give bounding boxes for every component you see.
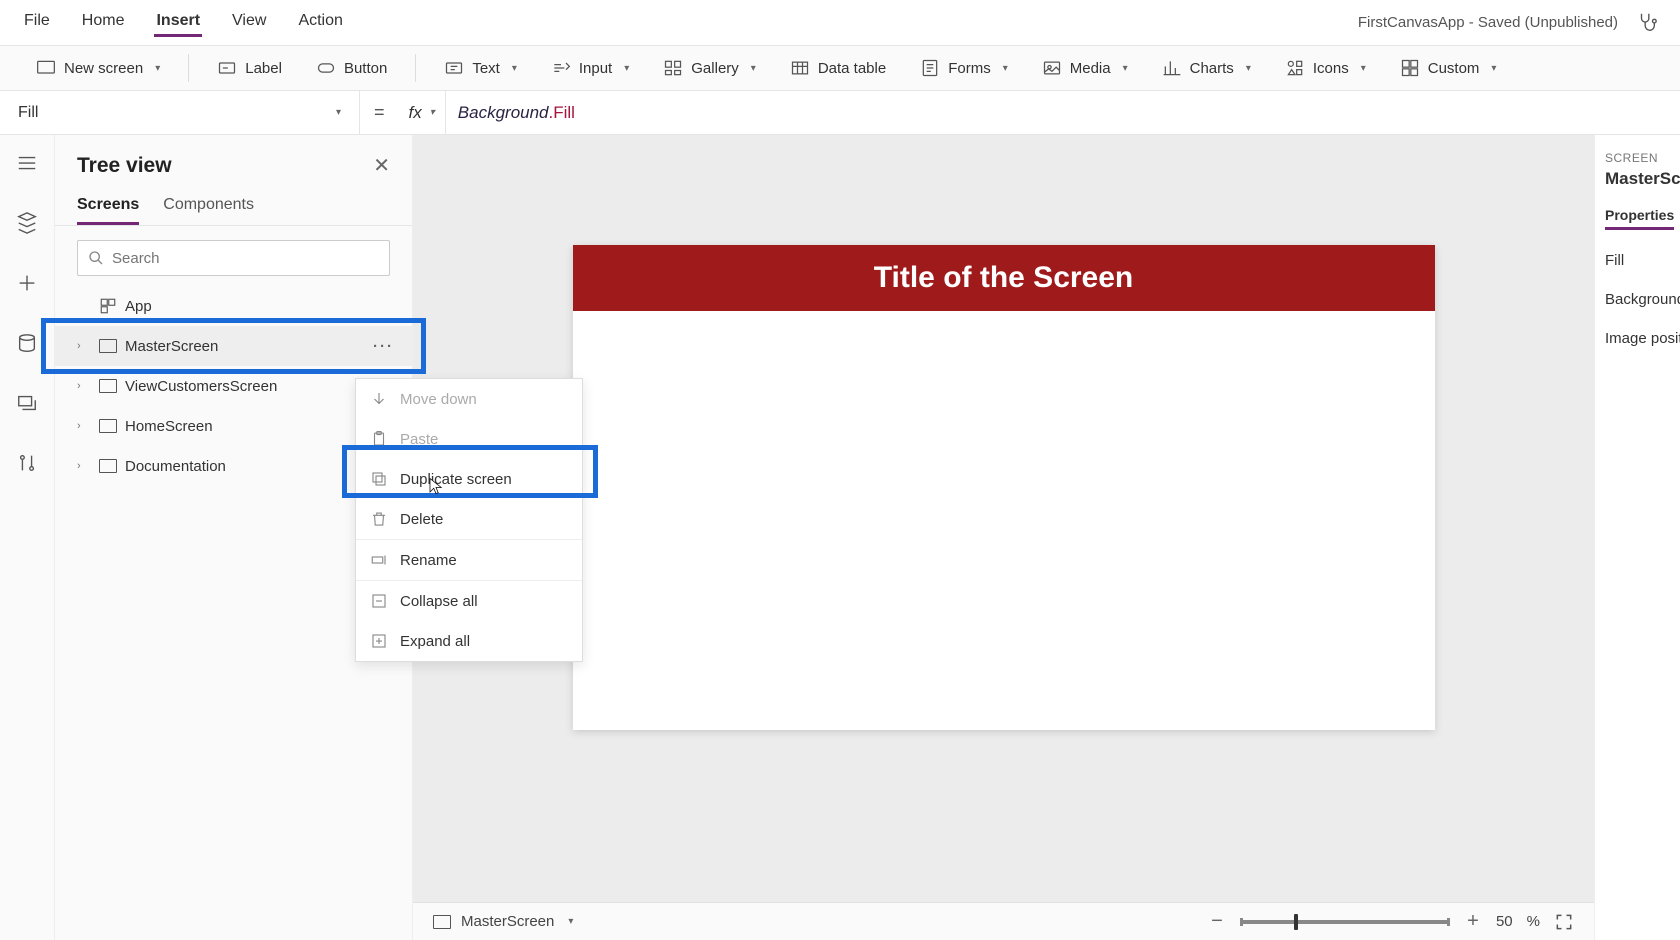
- charts-button[interactable]: Charts▾: [1156, 58, 1257, 78]
- tree-node-app[interactable]: App: [55, 286, 412, 326]
- prop-fill[interactable]: Fill: [1605, 252, 1680, 269]
- advanced-tools-icon[interactable]: [15, 451, 39, 475]
- data-table-button[interactable]: Data table: [784, 58, 892, 78]
- ctx-collapse-all[interactable]: Collapse all: [356, 581, 582, 621]
- screen-icon: [99, 339, 117, 353]
- insert-icon[interactable]: [15, 271, 39, 295]
- tab-screens[interactable]: Screens: [77, 196, 139, 225]
- app-icon: [99, 297, 117, 315]
- gallery-icon: [663, 58, 683, 78]
- app-checker-icon[interactable]: [1636, 11, 1658, 33]
- tree-view-icon[interactable]: [15, 211, 39, 235]
- menu-home[interactable]: Home: [80, 8, 127, 37]
- properties-type-label: SCREEN: [1605, 151, 1680, 165]
- fullscreen-icon[interactable]: [1554, 912, 1574, 932]
- zoom-out-button[interactable]: −: [1208, 910, 1226, 933]
- prop-image-position[interactable]: Image position: [1605, 330, 1680, 347]
- media-rail-icon[interactable]: [15, 391, 39, 415]
- forms-icon: [920, 58, 940, 78]
- screen-preview[interactable]: Title of the Screen: [573, 245, 1435, 730]
- menu-view[interactable]: View: [230, 8, 268, 37]
- text-button[interactable]: Text▾: [438, 58, 523, 78]
- input-button[interactable]: Input▾: [545, 58, 635, 78]
- paste-icon: [370, 430, 388, 448]
- media-icon: [1042, 58, 1062, 78]
- search-icon: [88, 250, 104, 266]
- status-screen-selector[interactable]: MasterScreen ▾: [433, 913, 573, 930]
- text-icon: [444, 58, 464, 78]
- formula-bar: Fill▾ = fx▾ Background.Fill: [0, 91, 1680, 135]
- gallery-button[interactable]: Gallery▾: [657, 58, 762, 78]
- tree-node-masterscreen[interactable]: › MasterScreen ···: [55, 326, 412, 366]
- menu-action[interactable]: Action: [296, 8, 344, 37]
- screen-icon: [99, 379, 117, 393]
- screen-icon: [36, 58, 56, 78]
- tab-components[interactable]: Components: [163, 196, 254, 225]
- hamburger-icon[interactable]: [15, 151, 39, 175]
- media-button[interactable]: Media▾: [1036, 58, 1134, 78]
- charts-icon: [1162, 58, 1182, 78]
- button-icon: [316, 58, 336, 78]
- duplicate-icon: [370, 470, 388, 488]
- table-icon: [790, 58, 810, 78]
- zoom-slider[interactable]: [1240, 920, 1450, 924]
- zoom-in-button[interactable]: +: [1464, 910, 1482, 933]
- new-screen-button[interactable]: New screen▾: [30, 58, 166, 78]
- more-options-button[interactable]: ···: [373, 338, 394, 355]
- menu-file[interactable]: File: [22, 8, 52, 37]
- screen-icon: [99, 459, 117, 473]
- arrow-down-icon: [370, 390, 388, 408]
- zoom-percent: %: [1527, 913, 1540, 930]
- screen-title-bar[interactable]: Title of the Screen: [573, 245, 1435, 311]
- equals-sign: =: [360, 102, 399, 123]
- label-button[interactable]: Label: [211, 58, 288, 78]
- custom-icon: [1400, 58, 1420, 78]
- properties-panel: SCREEN MasterScreen Properties Fill Back…: [1594, 135, 1680, 940]
- forms-button[interactable]: Forms▾: [914, 58, 1014, 78]
- button-button[interactable]: Button: [310, 58, 393, 78]
- input-icon: [551, 58, 571, 78]
- rename-icon: [370, 551, 388, 569]
- icons-button[interactable]: Icons▾: [1279, 58, 1372, 78]
- status-bar: MasterScreen ▾ − + 50 %: [413, 902, 1594, 940]
- ctx-move-down[interactable]: Move down: [356, 379, 582, 419]
- ctx-delete[interactable]: Delete: [356, 499, 582, 539]
- ctx-paste[interactable]: Paste: [356, 419, 582, 459]
- prop-background-image[interactable]: Background image: [1605, 291, 1680, 308]
- property-selector[interactable]: Fill▾: [0, 91, 360, 134]
- fx-button[interactable]: fx▾: [399, 91, 446, 134]
- context-menu: Move down Paste Duplicate screen Delete …: [355, 378, 583, 662]
- insert-ribbon: New screen▾ Label Button Text▾ Input▾ Ga…: [0, 45, 1680, 91]
- app-title: FirstCanvasApp - Saved (Unpublished): [1358, 14, 1618, 31]
- tree-view-title: Tree view: [77, 154, 172, 178]
- properties-name: MasterScreen: [1605, 169, 1680, 189]
- ctx-duplicate-screen[interactable]: Duplicate screen: [356, 459, 582, 499]
- menu-insert[interactable]: Insert: [154, 8, 202, 37]
- canvas-area: Title of the Screen MasterScreen ▾ − + 5…: [413, 135, 1594, 940]
- icons-icon: [1285, 58, 1305, 78]
- close-icon[interactable]: ✕: [373, 153, 390, 178]
- ctx-rename[interactable]: Rename: [356, 540, 582, 580]
- screen-icon: [99, 419, 117, 433]
- properties-tab[interactable]: Properties: [1605, 207, 1674, 230]
- zoom-value: 50: [1496, 913, 1513, 930]
- custom-button[interactable]: Custom▾: [1394, 58, 1503, 78]
- delete-icon: [370, 510, 388, 528]
- expand-icon: [370, 632, 388, 650]
- left-rail: [0, 135, 55, 940]
- data-icon[interactable]: [15, 331, 39, 355]
- label-icon: [217, 58, 237, 78]
- screen-icon: [433, 915, 451, 929]
- search-input[interactable]: [77, 240, 390, 276]
- formula-input[interactable]: Background.Fill: [446, 103, 575, 123]
- collapse-icon: [370, 592, 388, 610]
- ctx-expand-all[interactable]: Expand all: [356, 621, 582, 661]
- top-menu-bar: File Home Insert View Action FirstCanvas…: [0, 0, 1680, 45]
